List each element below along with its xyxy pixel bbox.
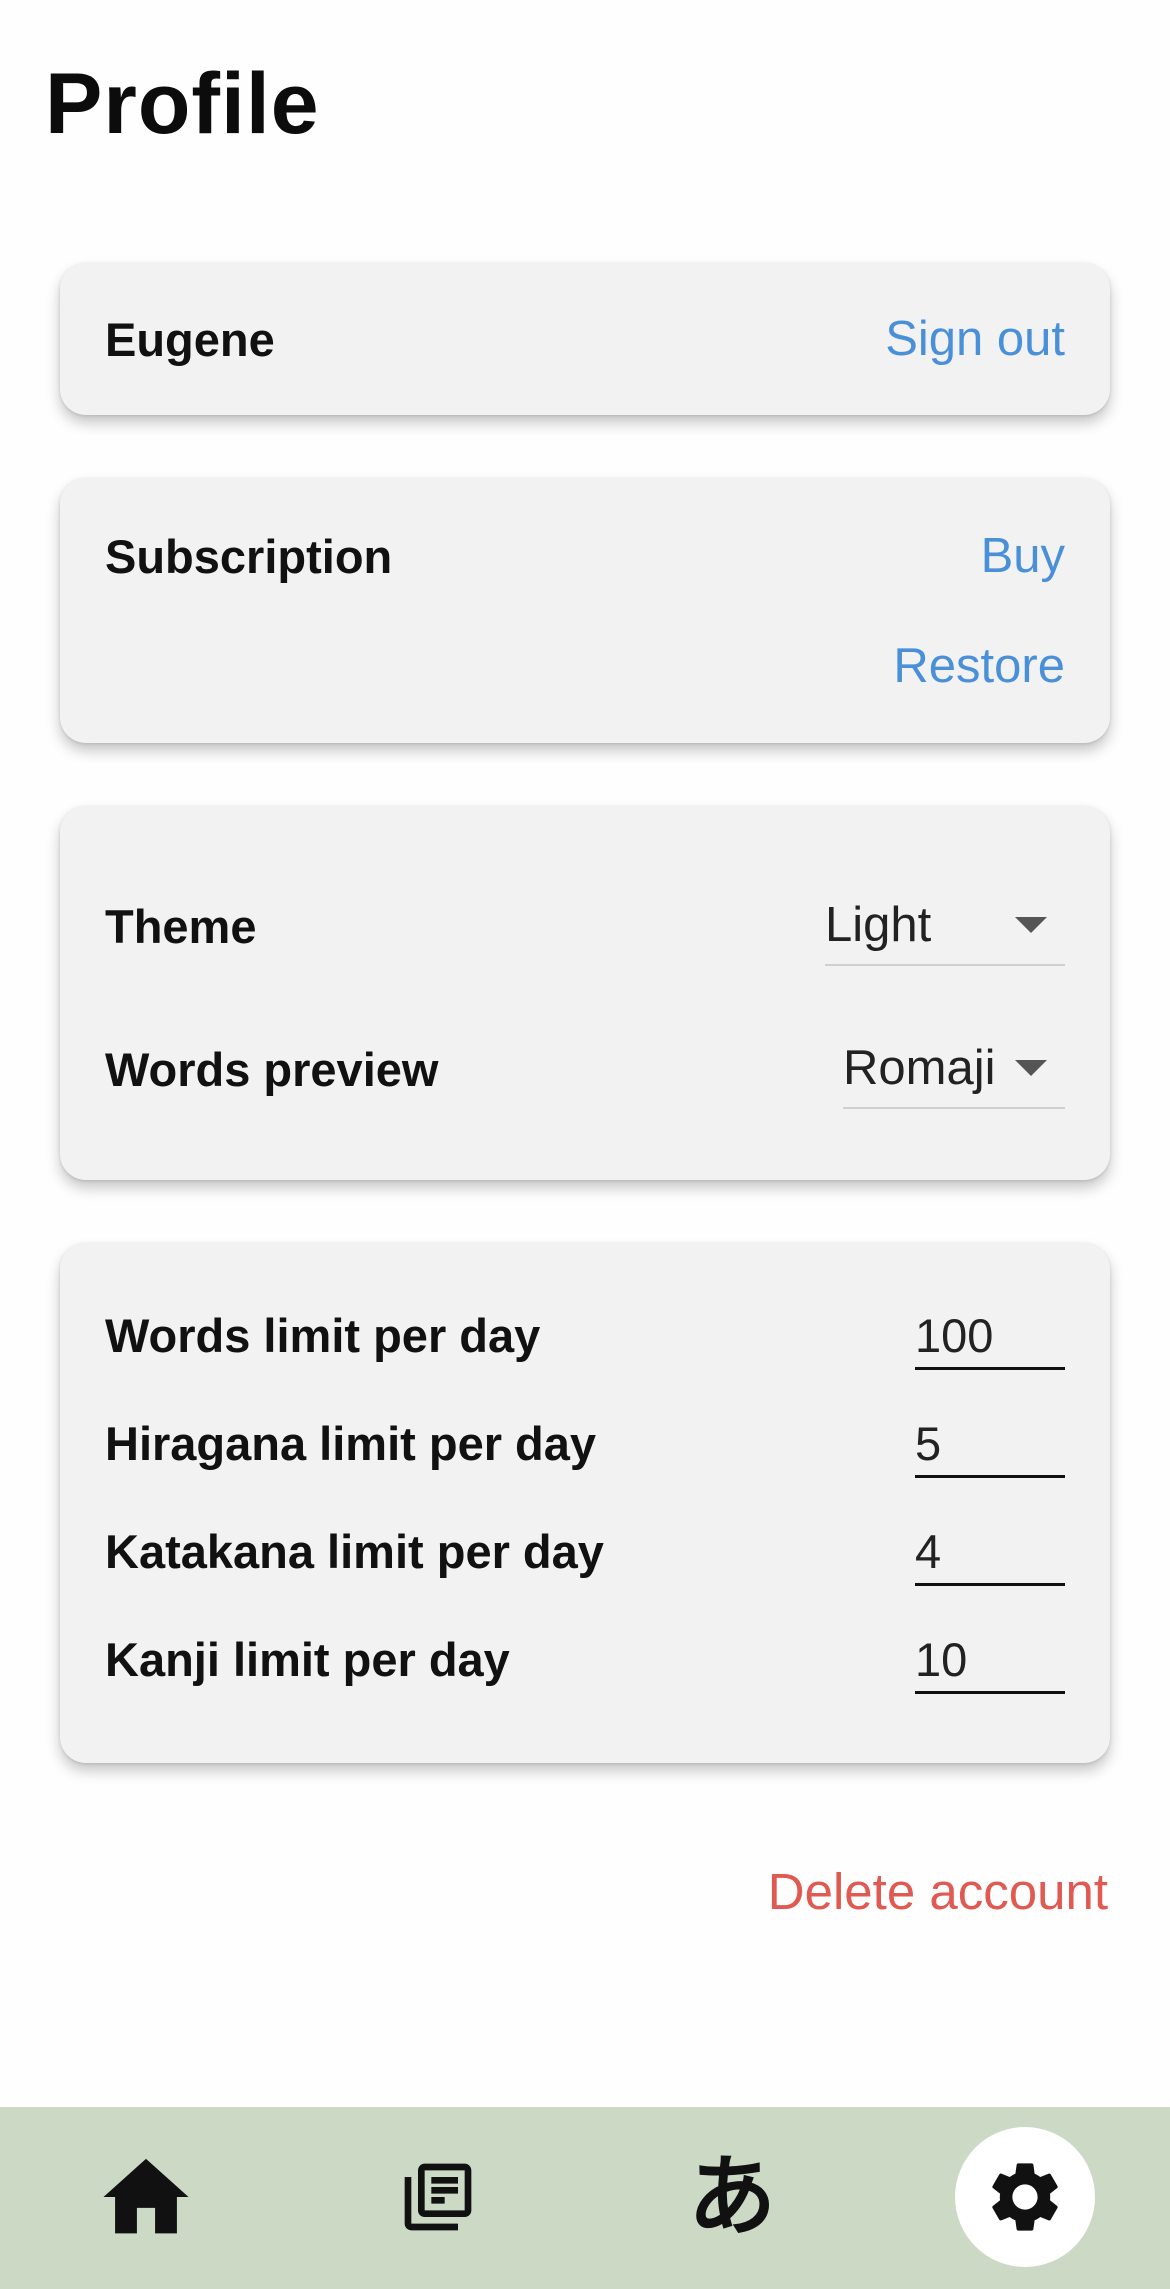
nav-home[interactable]	[76, 2127, 216, 2267]
words-preview-value: Romaji	[843, 1041, 996, 1095]
gear-icon	[992, 2163, 1058, 2231]
limit-label: Hiragana limit per day	[105, 1416, 597, 1470]
theme-value: Light	[825, 898, 932, 952]
buy-link[interactable]: Buy	[981, 528, 1065, 584]
dropdown-arrow-icon	[1015, 1060, 1047, 1076]
delete-account-button[interactable]: Delete account	[768, 1862, 1108, 1921]
nav-settings[interactable]	[955, 2127, 1095, 2267]
nav-kana[interactable]: あ	[662, 2127, 802, 2267]
preferences-card: Theme Light Words preview Romaji	[60, 806, 1110, 1180]
limit-label: Words limit per day	[105, 1308, 541, 1362]
limit-label: Katakana limit per day	[105, 1524, 604, 1578]
subscription-card: Subscription Buy Restore	[60, 478, 1110, 743]
restore-link[interactable]: Restore	[893, 638, 1065, 694]
dropdown-arrow-icon	[1015, 917, 1047, 933]
account-card: Eugene Sign out	[60, 263, 1110, 415]
theme-label: Theme	[105, 899, 257, 953]
kanji-limit-input[interactable]: 10	[915, 1624, 1065, 1694]
limit-label: Kanji limit per day	[105, 1632, 510, 1686]
bottom-nav: あ	[0, 2107, 1170, 2289]
hiragana-limit-input[interactable]: 5	[915, 1408, 1065, 1478]
words-preview-label: Words preview	[105, 1042, 439, 1096]
words-limit-input[interactable]: 100	[915, 1300, 1065, 1370]
hiragana-icon: あ	[687, 2145, 776, 2248]
library-icon	[404, 2163, 472, 2231]
katakana-limit-input[interactable]: 4	[915, 1516, 1065, 1586]
nav-library[interactable]	[368, 2127, 508, 2267]
subscription-label: Subscription	[105, 529, 393, 583]
theme-dropdown[interactable]: Light	[825, 886, 1065, 966]
limits-card: Words limit per day 100 Hiragana limit p…	[60, 1243, 1110, 1763]
page-title: Profile	[45, 56, 320, 152]
words-preview-dropdown[interactable]: Romaji	[843, 1029, 1065, 1109]
account-name: Eugene	[105, 312, 275, 366]
home-icon	[103, 2158, 189, 2234]
sign-out-link[interactable]: Sign out	[885, 311, 1065, 367]
